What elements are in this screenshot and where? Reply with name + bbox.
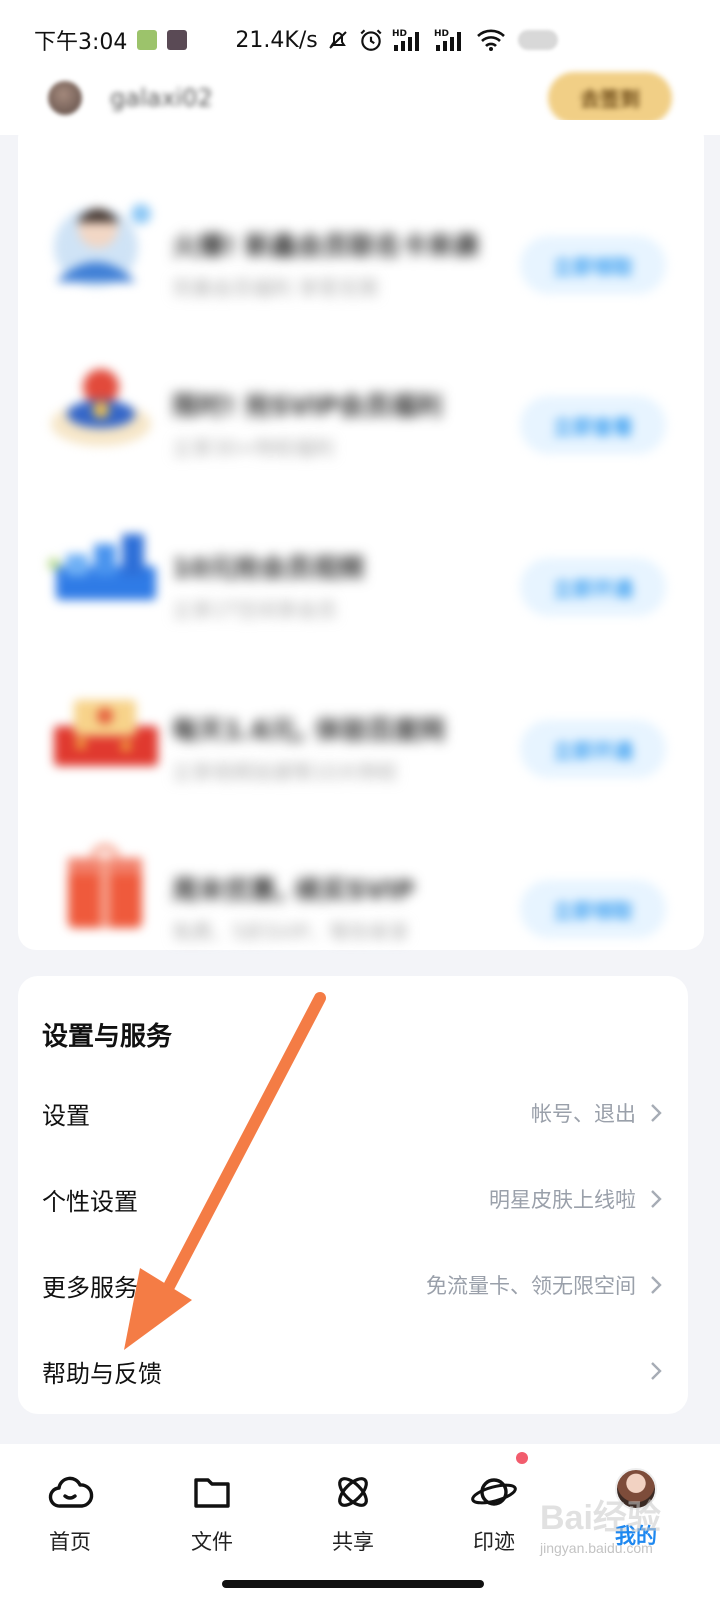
nav-item-share[interactable]: 共享: [303, 1468, 403, 1556]
status-time: 下午3:04: [34, 30, 128, 55]
row-hint: 免流量卡、领无限空间: [426, 1274, 636, 1298]
promo-title: 周末优惠, 续买SVIP: [172, 876, 415, 906]
row-label: 设置: [42, 1101, 90, 1130]
alarm-icon: [360, 29, 382, 51]
chevron-right-icon: [650, 1188, 664, 1210]
network-speed: 21.4K/s: [235, 27, 318, 53]
nav-label: 共享: [332, 1530, 374, 1554]
promo-title: 10元抢会员视频: [172, 554, 365, 584]
promo-action-button[interactable]: 立即开通: [520, 720, 666, 778]
promo-row[interactable]: 每天1.6元, 体验百度网 立享视频加速等10大特权 立即开通: [18, 646, 704, 806]
avatar: [615, 1468, 657, 1510]
promo-thumbnail: [46, 514, 164, 614]
settings-row-personalize[interactable]: 个性设置 明星皮肤上线啦: [18, 1156, 688, 1242]
app-notification-icon: [167, 30, 188, 50]
promo-action-button[interactable]: 立即查看: [520, 396, 666, 454]
wifi-icon: [476, 29, 505, 51]
svg-text:HD: HD: [392, 29, 407, 39]
promo-thumbnail: [46, 192, 164, 292]
notification-badge: [516, 1452, 528, 1464]
nav-item-traces[interactable]: 印迹: [444, 1468, 544, 1556]
settings-services-card: 设置与服务 设置 帐号、退出 个性设置 明星皮肤上线啦 更多服务 免流量卡、领无…: [18, 976, 688, 1414]
nav-item-me[interactable]: 我的: [586, 1468, 686, 1550]
sign-in-button[interactable]: 去签到: [548, 71, 672, 124]
promo-subtitle: 免费、5折SVIP、等你来享: [172, 920, 410, 944]
nav-item-home[interactable]: 首页: [20, 1468, 120, 1556]
promo-row[interactable]: 10元抢会员视频 立享1T空间享会员 立即开通: [18, 484, 704, 644]
nav-label: 我的: [615, 1524, 657, 1548]
promo-row[interactable]: 周末优惠, 续买SVIP 免费、5折SVIP、等你来享 立即领取: [18, 806, 704, 966]
promo-subtitle: 完善会员福利 享受无限: [172, 276, 379, 300]
promo-action-button[interactable]: 立即领取: [520, 236, 666, 294]
promo-card: 火爆! 新鑫会员联名卡来袭 完善会员福利 享受无限 立即领取 限时! 抢SVIP…: [18, 120, 704, 950]
promo-subtitle: 立享30+特权福利: [172, 436, 335, 460]
mute-bell-icon: [328, 31, 347, 49]
promo-action-button[interactable]: 立即领取: [520, 880, 666, 938]
atom-icon: [338, 1477, 368, 1507]
username[interactable]: galaxi02: [110, 84, 213, 112]
battery-icon: [517, 30, 558, 50]
nav-label: 首页: [49, 1530, 91, 1554]
nav-label: 文件: [191, 1530, 233, 1554]
nav-label: 印迹: [473, 1530, 515, 1554]
promo-row[interactable]: 火爆! 新鑫会员联名卡来袭 完善会员福利 享受无限 立即领取: [18, 162, 704, 322]
chevron-right-icon: [650, 1102, 664, 1124]
promo-action-button[interactable]: 立即开通: [520, 558, 666, 616]
app-notification-icon: [137, 30, 158, 50]
chevron-right-icon: [650, 1274, 664, 1296]
promo-row[interactable]: 限时! 抢SVIP会员福利 立享30+特权福利 立即查看: [18, 322, 704, 482]
promo-title: 火爆! 新鑫会员联名卡来袭: [172, 232, 479, 262]
promo-subtitle: 立享1T空间享会员: [172, 598, 337, 622]
promo-title: 限时! 抢SVIP会员福利: [172, 392, 443, 422]
chevron-right-icon: [650, 1360, 664, 1382]
promo-title: 每天1.6元, 体验百度网: [172, 716, 445, 746]
bottom-nav: 首页 文件 共享 印迹 我的: [0, 1444, 720, 1600]
folder-icon: [194, 1478, 230, 1508]
section-title: 设置与服务: [42, 1022, 173, 1052]
row-hint: 明星皮肤上线啦: [489, 1188, 636, 1212]
cloud-icon: [48, 1476, 94, 1508]
settings-row-help-feedback[interactable]: 帮助与反馈: [18, 1328, 688, 1414]
promo-subtitle: 立享视频加速等10大特权: [172, 760, 398, 784]
svg-text:HD: HD: [434, 29, 449, 39]
promo-thumbnail: [46, 352, 164, 452]
system-icons: HD HD: [326, 27, 558, 53]
row-label: 个性设置: [42, 1187, 138, 1216]
signal-hd-icon: HD: [392, 29, 419, 51]
home-indicator[interactable]: [222, 1580, 484, 1588]
promo-thumbnail: [46, 676, 164, 776]
settings-row-settings[interactable]: 设置 帐号、退出: [18, 1070, 688, 1156]
row-hint: 帐号、退出: [531, 1102, 636, 1126]
signal-hd-icon: HD: [434, 29, 461, 51]
settings-row-more-services[interactable]: 更多服务 免流量卡、领无限空间: [18, 1242, 688, 1328]
row-label: 帮助与反馈: [42, 1359, 162, 1388]
avatar[interactable]: [48, 80, 82, 115]
nav-item-files[interactable]: 文件: [162, 1468, 262, 1556]
row-label: 更多服务: [42, 1273, 138, 1302]
promo-thumbnail: [46, 836, 164, 936]
planet-icon: [471, 1478, 517, 1506]
